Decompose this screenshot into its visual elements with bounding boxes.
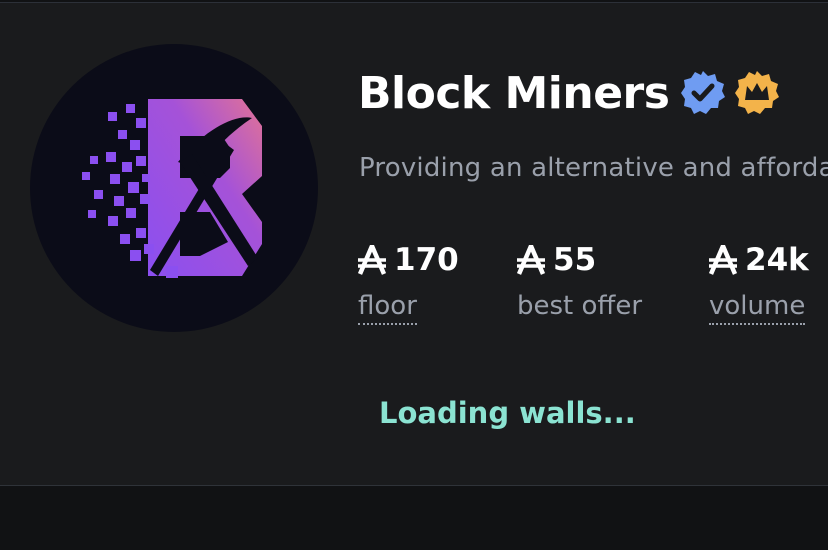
collection-description: Providing an alternative and affordable xyxy=(359,153,828,183)
loading-walls-status: Loading walls... xyxy=(379,396,636,430)
stat-value: 24k xyxy=(745,242,809,278)
stat-label-floor[interactable]: floor xyxy=(358,289,417,325)
collection-name: Block Miners xyxy=(358,67,670,119)
stat-label-volume[interactable]: volume xyxy=(709,289,806,325)
ada-currency-icon xyxy=(516,243,546,275)
stat-floor: 170 floor xyxy=(357,239,459,325)
stat-label-best-offer: best offer xyxy=(517,291,643,321)
stat-best-offer: 55 best offer xyxy=(516,239,643,323)
collection-header-card: Block Miners Providing an alternative an… xyxy=(0,2,828,486)
stat-value: 170 xyxy=(394,242,459,278)
ada-currency-icon xyxy=(357,243,387,275)
stat-value: 55 xyxy=(553,242,597,278)
verified-badge-icon[interactable] xyxy=(679,69,727,117)
ada-currency-icon xyxy=(708,243,738,275)
pickaxe-logo-icon xyxy=(82,99,262,278)
collection-logo xyxy=(30,44,318,332)
crown-badge-icon[interactable] xyxy=(733,69,781,117)
stat-volume: 24k volume xyxy=(708,239,809,325)
collection-title: Block Miners xyxy=(358,63,781,123)
